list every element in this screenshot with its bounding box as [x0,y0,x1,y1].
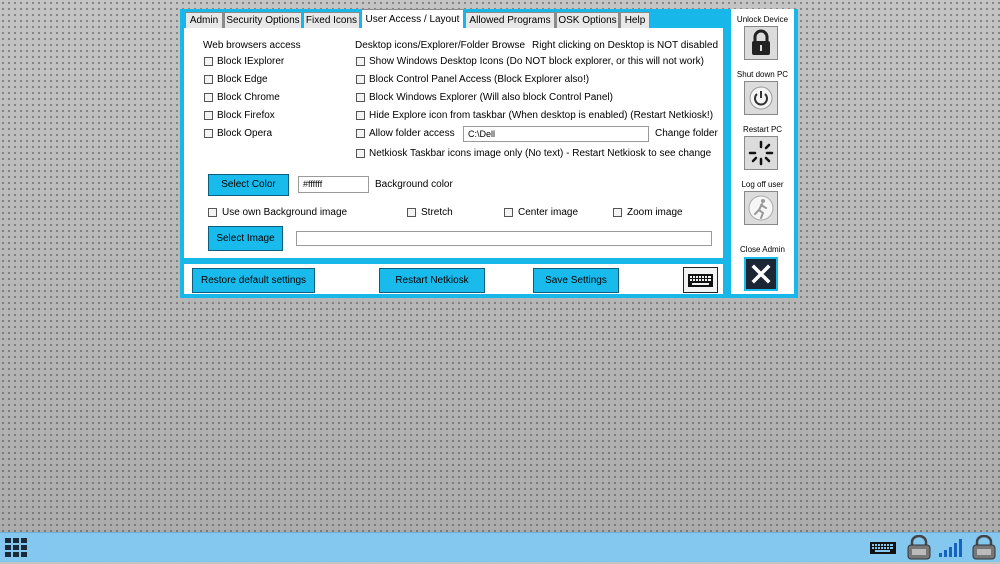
center-image-checkbox[interactable] [504,208,513,217]
settings-panel: Admin Security Options Fixed Icons User … [180,9,727,262]
center-image-label: Center image [518,207,579,218]
select-color-button[interactable]: Select Color [208,174,289,196]
block-iexplorer-label: Block IExplorer [217,56,285,67]
tab-osk-options[interactable]: OSK Options [556,12,619,28]
zoom-image-label: Zoom image [627,207,683,218]
shut-down-button[interactable] [744,81,778,115]
use-own-background-checkbox[interactable] [208,208,217,217]
unlock-device-label: Unlock Device [736,15,789,24]
restore-defaults-button[interactable]: Restore default settings [192,268,315,293]
side-actions-panel: Unlock Device Shut down PC Restart PC Lo… [727,9,798,298]
color-value-input[interactable]: #ffffff [298,176,369,193]
lock-icon [972,534,996,560]
folder-path-input[interactable]: C:\Dell [463,126,649,142]
web-browsers-heading: Web browsers access [203,40,301,51]
show-desktop-icons-checkbox[interactable] [356,57,365,66]
show-desktop-icons-label: Show Windows Desktop Icons (Do NOT block… [369,56,704,67]
restart-icon [748,140,774,166]
bottom-action-area: Restore default settings Restart Netkios… [184,264,723,294]
taskbar [0,532,1000,562]
power-icon [749,86,773,110]
zoom-image-checkbox[interactable] [613,208,622,217]
close-icon [751,264,771,284]
block-chrome-label: Block Chrome [217,92,280,103]
taskbar-icons-image-only-checkbox[interactable] [356,149,365,158]
keyboard-button[interactable] [683,267,718,293]
save-settings-button[interactable]: Save Settings [533,268,619,293]
close-admin-button[interactable] [744,257,778,291]
block-iexplorer-checkbox[interactable] [204,57,213,66]
tab-fixed-icons[interactable]: Fixed Icons [303,12,360,28]
restart-pc-button[interactable] [744,136,778,170]
bottom-action-bar: Restore default settings Restart Netkios… [180,262,727,298]
restart-netkiosk-button[interactable]: Restart Netkiosk [379,268,485,293]
log-off-label: Log off user [741,180,784,189]
running-person-icon [748,195,774,221]
stretch-checkbox[interactable] [407,208,416,217]
change-folder-link[interactable]: Change folder [655,128,718,139]
tab-security-options[interactable]: Security Options [224,12,302,28]
stretch-label: Stretch [421,207,453,218]
allow-folder-access-label: Allow folder access [369,128,455,139]
select-image-button[interactable]: Select Image [208,226,283,251]
tab-help[interactable]: Help [620,12,650,28]
block-control-panel-checkbox[interactable] [356,75,365,84]
tab-allowed-programs[interactable]: Allowed Programs [465,12,555,28]
tray-keyboard-button[interactable] [869,539,897,557]
unlock-device-button[interactable] [744,26,778,60]
block-chrome-checkbox[interactable] [204,93,213,102]
desktop-heading: Desktop icons/Explorer/Folder Browse [355,40,526,51]
hide-explore-icon-label: Hide Explore icon from taskbar (When des… [369,110,714,121]
start-button[interactable] [4,537,28,559]
block-windows-explorer-label: Block Windows Explorer (Will also block … [369,92,613,103]
block-firefox-label: Block Firefox [217,110,275,121]
block-edge-label: Block Edge [217,74,268,85]
tab-admin[interactable]: Admin [185,12,223,28]
block-control-panel-label: Block Control Panel Access (Block Explor… [369,74,590,85]
shut-down-label: Shut down PC [736,70,789,79]
keyboard-icon [688,274,713,287]
tray-lock-button[interactable] [903,534,935,561]
lock-icon [752,29,770,55]
tray-signal-button[interactable] [937,537,967,559]
taskbar-icons-image-only-label: Netkiosk Taskbar icons image only (No te… [369,148,712,159]
tab-content: Web browsers access Block IExplorer Bloc… [184,28,723,258]
lock-icon [907,534,931,560]
block-firefox-checkbox[interactable] [204,111,213,120]
restart-pc-label: Restart PC [742,125,783,134]
allow-folder-access-checkbox[interactable] [356,129,365,138]
block-windows-explorer-checkbox[interactable] [356,93,365,102]
block-opera-label: Block Opera [217,128,273,139]
block-opera-checkbox[interactable] [204,129,213,138]
image-path-input[interactable] [296,231,712,246]
tab-user-access-layout[interactable]: User Access / Layout [361,9,464,29]
close-admin-label: Close Admin [740,245,785,254]
use-own-background-label: Use own Background image [222,207,348,218]
signal-icon [939,539,962,557]
hide-explore-icon-checkbox[interactable] [356,111,365,120]
log-off-button[interactable] [744,191,778,225]
keyboard-icon [870,542,896,554]
grid-icon [5,538,27,557]
tray-lock-button-2[interactable] [968,534,1000,561]
right-click-note: Right clicking on Desktop is NOT disable… [532,40,719,51]
background-color-label: Background color [375,179,453,190]
side-actions-area: Unlock Device Shut down PC Restart PC Lo… [731,9,794,294]
block-edge-checkbox[interactable] [204,75,213,84]
